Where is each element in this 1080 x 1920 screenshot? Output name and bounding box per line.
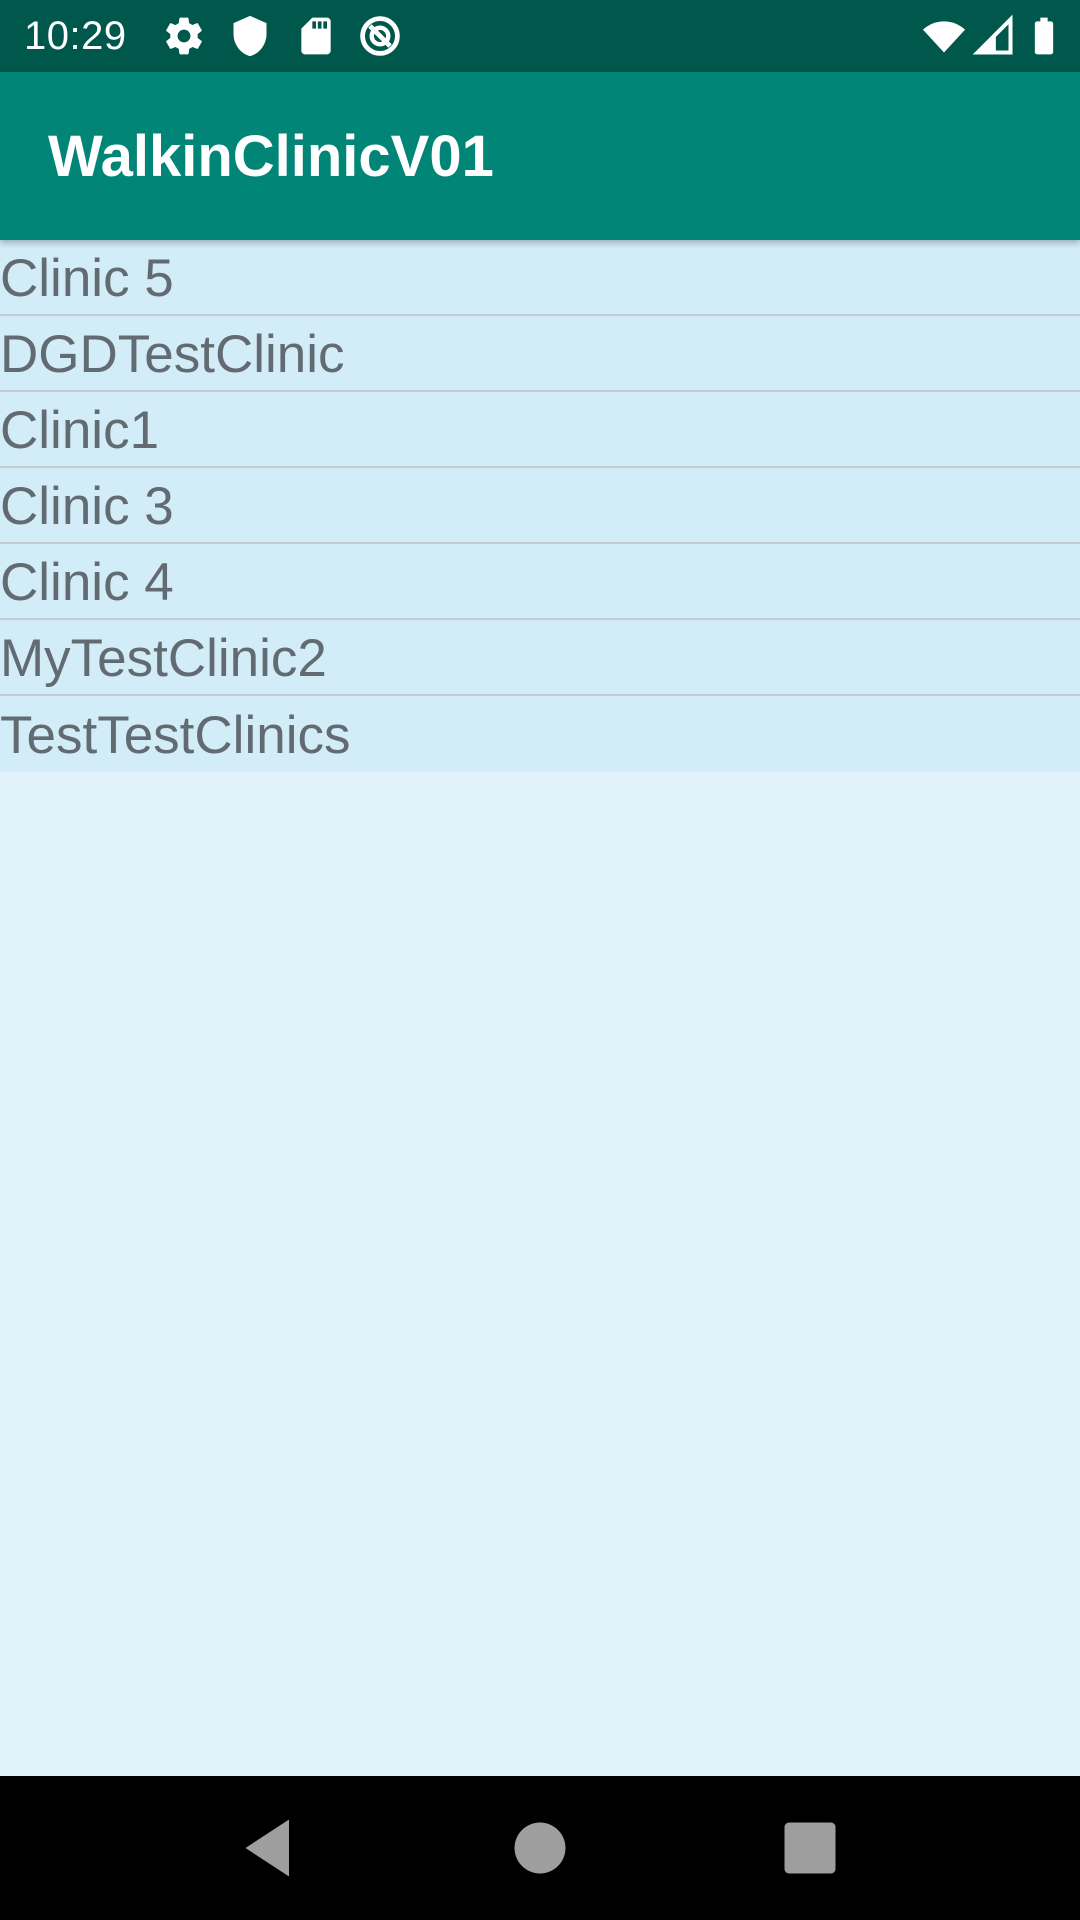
clinic-list-item[interactable]: Clinic 3: [0, 468, 1080, 544]
no-sync-icon: [360, 16, 400, 56]
app-bar: WalkinClinicV01: [0, 72, 1080, 240]
clinic-name: Clinic 3: [0, 476, 174, 536]
sd-card-icon: [301, 17, 331, 55]
clinic-list-item[interactable]: MyTestClinic2: [0, 620, 1080, 696]
clinic-list: Clinic 5 DGDTestClinic Clinic1 Clinic 3 …: [0, 240, 1080, 772]
recents-icon[interactable]: [774, 1812, 846, 1884]
gear-icon: [166, 17, 202, 55]
nav-bar: [0, 1776, 1080, 1920]
signal-icon: [972, 14, 1013, 55]
shield-icon: [233, 15, 267, 57]
clinic-name: Clinic 5: [0, 248, 174, 308]
app-title: WalkinClinicV01: [48, 124, 494, 189]
clinic-list-item[interactable]: Clinic1: [0, 392, 1080, 468]
back-icon[interactable]: [232, 1812, 304, 1884]
clinic-list-item[interactable]: Clinic 4: [0, 544, 1080, 620]
wifi-icon: [922, 21, 966, 53]
clinic-name: Clinic1: [0, 400, 160, 460]
status-time: 10:29: [24, 14, 127, 58]
clinic-name: TestTestClinics: [0, 705, 351, 765]
clinic-name: MyTestClinic2: [0, 628, 327, 688]
clinic-list-item[interactable]: DGDTestClinic: [0, 316, 1080, 392]
battery-icon: [1034, 17, 1054, 55]
clinic-name: Clinic 4: [0, 552, 174, 612]
status-bar: 10:29: [0, 0, 1080, 72]
home-icon[interactable]: [504, 1812, 576, 1884]
screen: 10:29 WalkinClinicV01 Clinic 5 DGDTestCl…: [0, 0, 1080, 1920]
clinic-list-item[interactable]: TestTestClinics: [0, 696, 1080, 772]
clinic-name: DGDTestClinic: [0, 324, 345, 384]
clinic-list-item[interactable]: Clinic 5: [0, 240, 1080, 316]
